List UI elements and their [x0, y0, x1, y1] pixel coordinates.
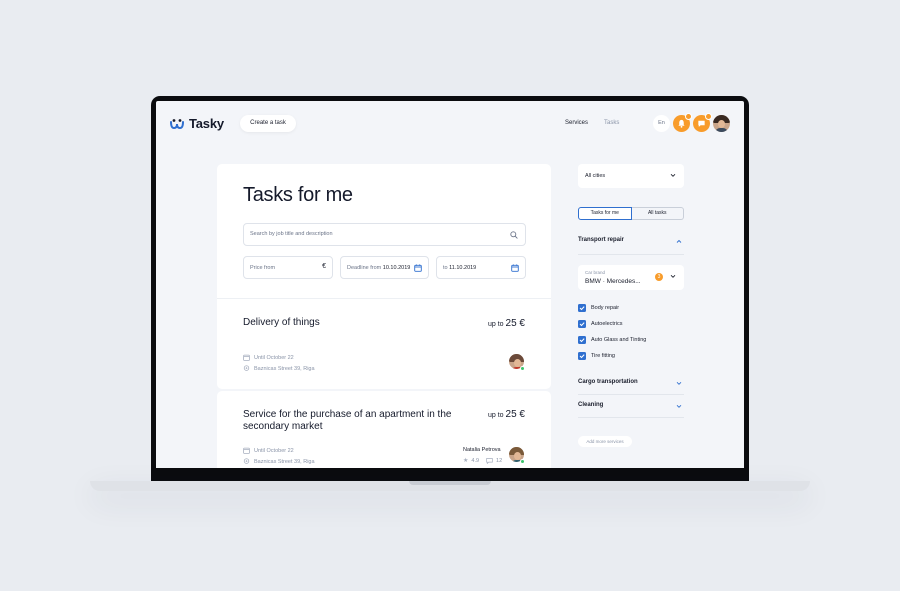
task-price: up to 25 €	[488, 318, 525, 329]
search-icon	[510, 231, 518, 239]
performer-rating: ★ 4.9 12	[463, 457, 503, 465]
checkbox-label: Tire fitting	[591, 353, 615, 359]
logo[interactable]: Tasky	[170, 116, 224, 131]
address-text: Baznicas Street 39, Riga	[254, 458, 315, 465]
city-select[interactable]: All cities	[578, 164, 684, 188]
address-text: Baznicas Street 39, Riga	[254, 365, 315, 372]
star-icon: ★	[463, 458, 469, 464]
user-avatar[interactable]	[713, 115, 730, 132]
tasks-card: Tasks for me Search by job title and des…	[217, 164, 551, 389]
checkbox-checked-icon	[578, 336, 586, 344]
car-brand-select[interactable]: Car brand BMW · Mercedes... 3	[578, 265, 684, 290]
task-price: up to 25 €	[488, 409, 525, 420]
performer-name: Natalia Petrova	[463, 447, 501, 453]
checkbox-tire-fitting[interactable]: Tire fitting	[578, 352, 615, 360]
checkbox-label: Body repair	[591, 305, 620, 311]
logo-text: Tasky	[189, 116, 224, 131]
price-amount: 25 €	[505, 409, 525, 420]
section-label: Cleaning	[578, 402, 604, 408]
deadline-from-value: 10.10.2019	[382, 265, 411, 271]
task-divider	[217, 298, 551, 299]
notification-badge	[685, 113, 692, 120]
price-from-field[interactable]: Price from €	[243, 256, 333, 279]
comment-icon	[486, 457, 493, 464]
checkbox-body-repair[interactable]: Body repair	[578, 304, 619, 312]
currency-symbol: €	[322, 263, 326, 270]
section-divider	[578, 394, 684, 395]
language-switch[interactable]: En	[653, 115, 670, 132]
location-pin-icon	[243, 365, 250, 371]
tab-all-tasks[interactable]: All tasks	[631, 207, 684, 220]
deadline-text: Until October 22	[254, 447, 294, 454]
tab-tasks-for-me[interactable]: Tasks for me	[578, 207, 632, 220]
location-pin-icon	[243, 458, 250, 464]
chevron-down-icon	[670, 274, 676, 278]
price-amount: 25 €	[505, 318, 525, 329]
page-title: Tasks for me	[243, 184, 353, 206]
nav-services-link[interactable]: Services	[565, 120, 588, 126]
deadline-to-label: to	[443, 265, 448, 271]
search-placeholder: Search by job title and description	[250, 231, 333, 237]
section-divider	[578, 254, 684, 255]
add-more-services-button[interactable]: Add more services	[578, 436, 632, 447]
notifications-button[interactable]	[673, 113, 692, 132]
deadline-text: Until October 22	[254, 354, 294, 361]
deadline-to-value: 11.10.2019	[449, 265, 477, 271]
online-indicator	[520, 459, 525, 464]
task-title[interactable]: Service for the purchase of an apartment…	[243, 409, 453, 433]
checkbox-checked-icon	[578, 320, 586, 328]
price-prefix: up to	[488, 321, 504, 328]
nav-tasks-link[interactable]: Tasks	[604, 120, 619, 126]
app-screen: Tasky Create a task Services Tasks En Ta…	[156, 101, 744, 468]
section-cleaning[interactable]: Cleaning	[578, 402, 684, 408]
tasky-logo-icon	[170, 118, 184, 129]
task-address: Baznicas Street 39, Riga	[243, 365, 315, 372]
chevron-down-icon	[676, 404, 682, 408]
checkbox-label: Autoelectrics	[591, 321, 623, 327]
section-label: Transport repair	[578, 237, 625, 243]
calendar-icon	[414, 264, 422, 272]
message-badge	[705, 113, 712, 120]
car-brand-caption: Car brand	[585, 270, 606, 275]
section-cargo-transportation[interactable]: Cargo transportation	[578, 379, 684, 385]
section-label: Cargo transportation	[578, 379, 638, 385]
chevron-up-icon	[676, 239, 682, 243]
deadline-from-label: Deadline from	[347, 265, 382, 271]
reviews-count: 12	[496, 457, 503, 464]
deadline-to-field[interactable]: to 11.10.2019	[436, 256, 526, 279]
checkbox-auto-glass[interactable]: Auto Glass and Tinting	[578, 336, 646, 344]
task-scope-toggle: Tasks for me All tasks	[578, 207, 684, 220]
calendar-icon	[243, 447, 250, 454]
messages-button[interactable]	[693, 113, 712, 132]
price-prefix: up to	[488, 412, 504, 419]
task-deadline: Until October 22	[243, 447, 294, 454]
section-divider	[578, 417, 684, 418]
task-title[interactable]: Delivery of things	[243, 317, 320, 329]
calendar-icon	[511, 264, 519, 272]
chevron-down-icon	[670, 173, 676, 177]
checkbox-autoelectrics[interactable]: Autoelectrics	[578, 320, 623, 328]
task-deadline: Until October 22	[243, 354, 294, 361]
calendar-icon	[243, 354, 250, 361]
task-address: Baznicas Street 39, Riga	[243, 458, 315, 465]
search-input[interactable]: Search by job title and description	[243, 223, 526, 246]
bell-icon	[678, 119, 685, 128]
laptop-notch	[409, 481, 491, 485]
section-transport-repair[interactable]: Transport repair	[578, 237, 684, 243]
city-select-value: All cities	[585, 173, 606, 179]
create-task-button[interactable]: Create a task	[240, 115, 296, 132]
chat-icon	[698, 120, 705, 127]
car-brand-count-badge: 3	[655, 273, 663, 281]
car-brand-value: BMW · Mercedes...	[585, 278, 641, 285]
checkbox-checked-icon	[578, 304, 586, 312]
price-from-label: Price from	[250, 265, 276, 271]
checkbox-checked-icon	[578, 352, 586, 360]
online-indicator	[520, 366, 525, 371]
rating-value: 4.9	[471, 457, 480, 464]
checkbox-label: Auto Glass and Tinting	[591, 337, 647, 343]
chevron-down-icon	[676, 381, 682, 385]
deadline-from-field[interactable]: Deadline from 10.10.2019	[340, 256, 429, 279]
